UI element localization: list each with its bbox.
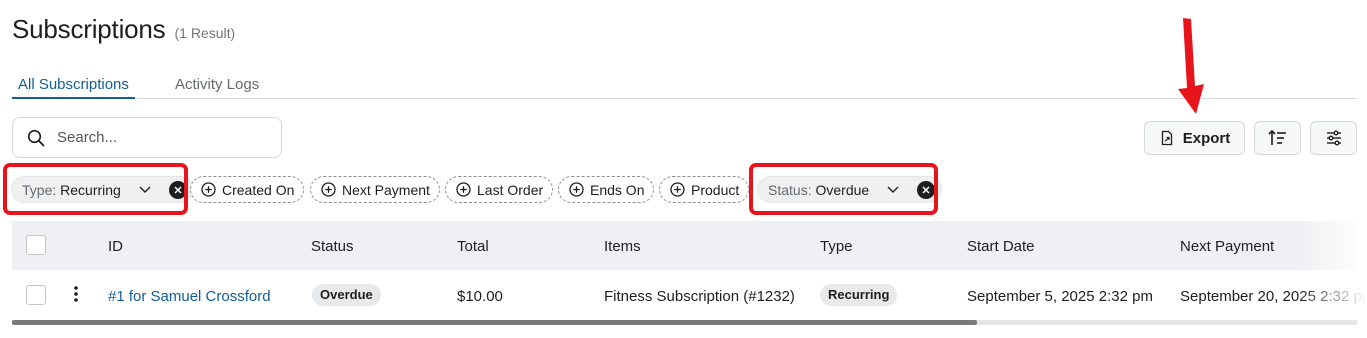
result-count: (1 Result) [174,25,236,41]
tab-activity-logs[interactable]: Activity Logs [169,76,265,99]
status-badge: Overdue [312,284,381,306]
column-header-id[interactable]: ID [108,238,123,255]
type-filter-chip[interactable]: Type: Recurring [11,176,194,203]
type-filter-value: Recurring [60,181,121,198]
status-filter-key: Status: [768,181,812,198]
plus-circle-icon [201,182,216,197]
plus-circle-icon [456,182,471,197]
add-filter-label: Next Payment [342,181,430,198]
clear-filter-icon[interactable] [917,180,936,199]
add-filter-created-on[interactable]: Created On [190,176,305,203]
plus-circle-icon [569,182,584,197]
horizontal-scrollbar-thumb[interactable] [12,320,977,325]
items-cell: Fitness Subscription (#1232) [604,288,795,305]
column-header-items[interactable]: Items [604,238,641,255]
add-filter-label: Created On [222,181,295,198]
add-filter-ends-on[interactable]: Ends On [558,176,655,203]
column-header-type[interactable]: Type [820,238,853,255]
filter-bar: Type: Recurring Created On Next Payment … [0,176,1367,204]
search-box[interactable] [12,117,282,158]
type-filter-key: Type: [22,181,57,198]
sliders-icon [1325,129,1343,147]
column-header-start-date[interactable]: Start Date [967,238,1035,255]
add-filter-product[interactable]: Product [659,176,750,203]
plus-circle-icon [321,182,336,197]
tab-all-subscriptions[interactable]: All Subscriptions [12,76,135,99]
status-filter-chip[interactable]: Status: Overdue [757,176,943,203]
sort-button[interactable] [1254,121,1301,155]
export-label: Export [1182,129,1231,147]
column-header-total[interactable]: Total [457,238,489,255]
more-actions-icon[interactable] [74,286,78,302]
search-input[interactable] [57,129,257,146]
clear-filter-icon[interactable] [168,180,187,199]
start-date-cell: September 5, 2025 2:32 pm [967,288,1153,305]
row-checkbox[interactable] [26,285,46,305]
chevron-down-icon[interactable] [887,186,899,194]
add-filter-next-payment[interactable]: Next Payment [310,176,440,203]
type-badge: Recurring [820,284,898,306]
export-button[interactable]: Export [1144,121,1245,155]
export-file-icon [1159,130,1175,146]
annotation-arrow-icon [1178,18,1204,114]
plus-circle-icon [670,182,685,197]
page-title: Subscriptions [12,14,166,44]
add-filter-label: Last Order [477,181,544,198]
select-all-checkbox[interactable] [26,235,46,255]
tab-bar: All Subscriptions Activity Logs [12,72,1357,99]
column-header-next-payment[interactable]: Next Payment [1180,238,1274,255]
next-payment-cell: September 20, 2025 2:32 pm [1180,288,1367,305]
page-header: Subscriptions (1 Result) [12,14,235,45]
status-filter-value: Overdue [815,181,870,198]
chevron-down-icon[interactable] [139,186,151,194]
search-icon [27,129,45,147]
add-filter-last-order[interactable]: Last Order [445,176,554,203]
add-filter-label: Product [691,181,740,198]
column-header-status[interactable]: Status [311,238,354,255]
table-header: ID Status Total Items Type Start Date Ne… [12,221,1357,270]
total-cell: $10.00 [457,288,503,305]
settings-button[interactable] [1310,121,1357,155]
sort-icon [1267,129,1288,147]
subscription-link[interactable]: #1 for Samuel Crossford [108,288,271,305]
table-row: #1 for Samuel Crossford Overdue $10.00 F… [12,270,1367,320]
add-filter-label: Ends On [590,181,645,198]
